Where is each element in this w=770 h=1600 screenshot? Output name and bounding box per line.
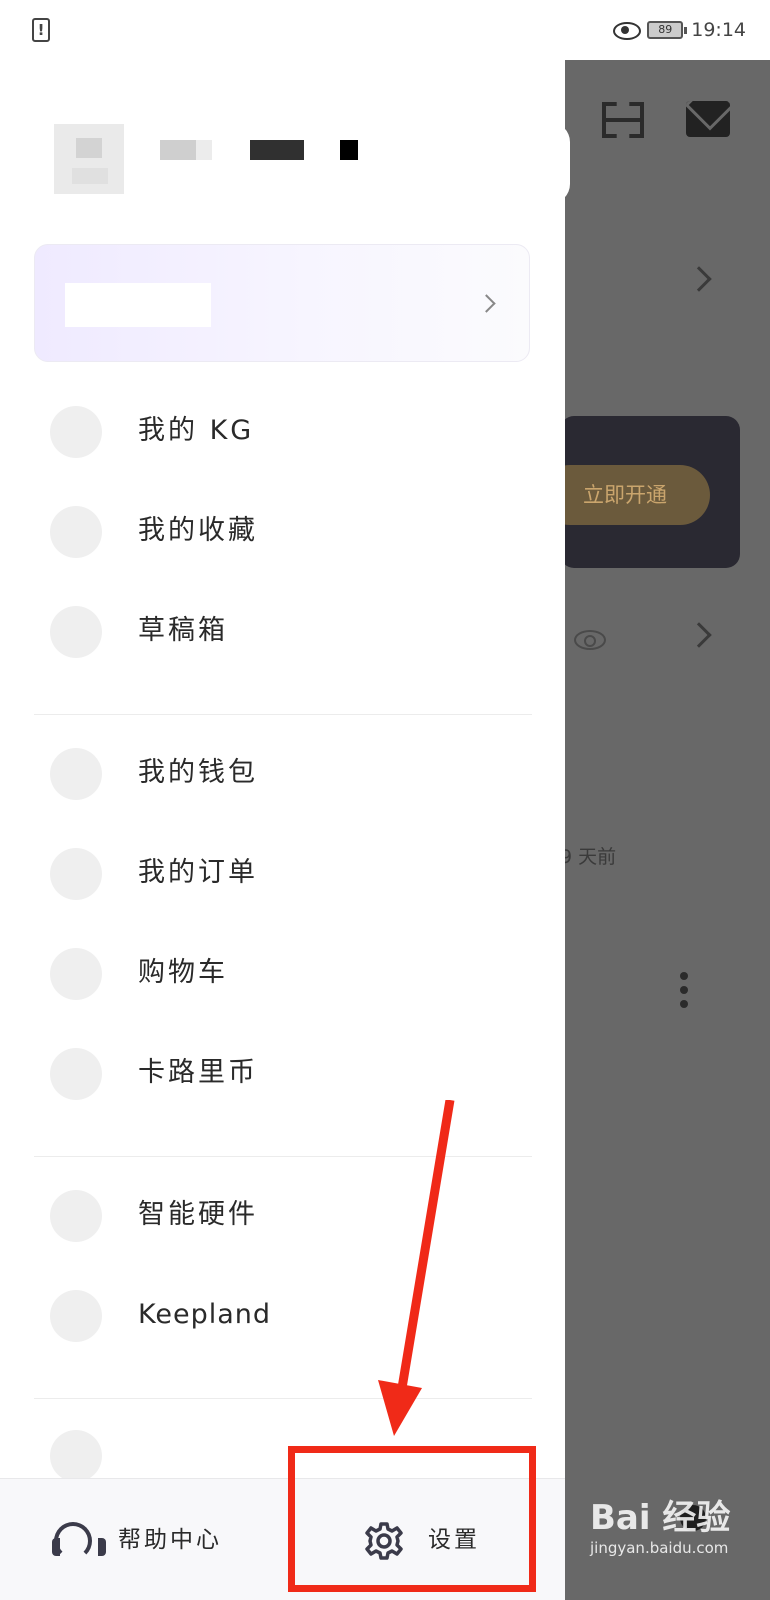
status-bar-right: 89 19:14 (613, 16, 746, 44)
menu-item-label: 我的 KG (138, 415, 255, 446)
help-center-label: 帮助中心 (118, 1527, 222, 1553)
watermark-url: jingyan.baidu.com (590, 1539, 729, 1557)
annotation-highlight-box (288, 1446, 536, 1592)
annotation-arrow (378, 1100, 455, 1436)
menu-item-label: 我的收藏 (138, 515, 258, 546)
calorie-coin-icon (50, 1048, 102, 1100)
more-vertical-icon (680, 972, 688, 1008)
menu-item-label: 智能硬件 (138, 1199, 258, 1230)
menu-item-my-kg[interactable]: 我的 KG (0, 386, 540, 476)
username-redacted (250, 140, 304, 160)
membership-banner[interactable] (34, 244, 530, 362)
wallet-icon (50, 748, 102, 800)
username-redacted (160, 140, 196, 160)
divider (34, 714, 532, 715)
menu-item-cart[interactable]: 购物车 (0, 928, 540, 1018)
vip-activate-button: 立即开通 (540, 465, 710, 525)
menu-item-orders[interactable]: 我的订单 (0, 828, 540, 918)
help-center-button[interactable]: 帮助中心 (0, 1479, 282, 1600)
watermark-logo: Bai 经验 (590, 1498, 731, 1538)
clock: 19:14 (691, 19, 746, 41)
username-redacted (196, 140, 212, 160)
hardware-icon (50, 1190, 102, 1242)
sim-alert-icon (32, 18, 50, 42)
scan-icon (602, 102, 644, 138)
kg-icon (50, 406, 102, 458)
menu-item-label: 我的钱包 (138, 757, 258, 788)
favorites-icon (50, 506, 102, 558)
drafts-icon (50, 606, 102, 658)
menu-item-drafts[interactable]: 草稿箱 (0, 586, 540, 676)
chevron-right-icon (477, 294, 496, 313)
side-drawer: 我的 KG 我的收藏 草稿箱 我的钱包 我的订单 购物车 卡路里币 智能硬件 K… (0, 60, 570, 1600)
cart-icon (50, 948, 102, 1000)
post-time: 9 天前 (560, 846, 617, 868)
menu-item-favorites[interactable]: 我的收藏 (0, 486, 540, 576)
orders-icon (50, 848, 102, 900)
avatar[interactable] (54, 124, 124, 194)
menu-item-label: 购物车 (138, 957, 228, 988)
membership-banner-redacted (65, 283, 211, 327)
menu-item-label: Keepland (138, 1299, 272, 1330)
chevron-right-icon (686, 622, 712, 648)
menu-item-label: 草稿箱 (138, 615, 228, 646)
username-redacted (340, 140, 358, 160)
drawer-tab (540, 122, 570, 204)
menu-item-icon-partial (50, 1430, 102, 1482)
headset-icon (52, 1522, 106, 1560)
keepland-icon (50, 1290, 102, 1342)
eye-comfort-icon (613, 22, 642, 40)
mail-icon (686, 101, 730, 137)
status-bar: 89 19:14 (0, 0, 770, 60)
menu-item-wallet[interactable]: 我的钱包 (0, 728, 540, 818)
battery-icon: 89 (647, 21, 688, 39)
chevron-right-icon (686, 266, 712, 292)
menu-item-label: 卡路里币 (138, 1057, 258, 1088)
eye-icon (574, 630, 606, 650)
menu-item-label: 我的订单 (138, 857, 258, 888)
watermark: Bai 经验 jingyan.baidu.com (590, 1498, 760, 1558)
